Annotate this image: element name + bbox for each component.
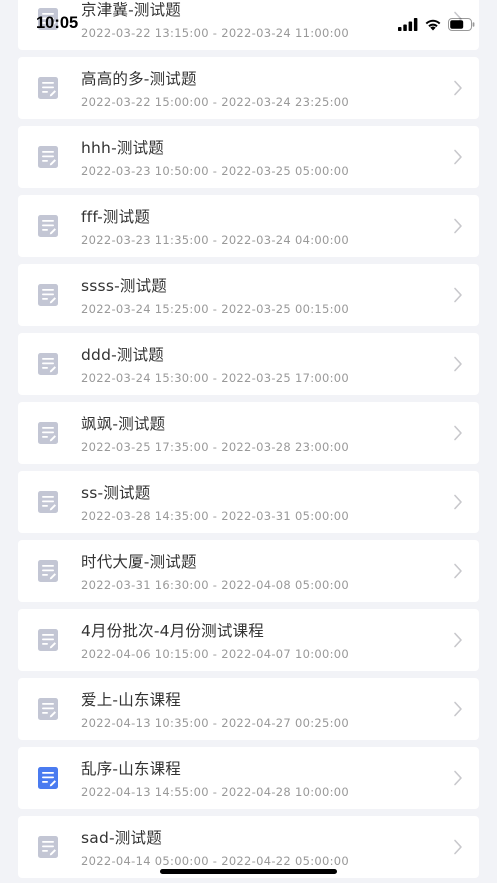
course-title: 高高的多-测试题 [81,70,197,88]
course-item[interactable]: ddd-测试题 2022-03-24 15:30:00 - 2022-03-25 … [18,333,479,395]
course-title: 时代大厦-测试题 [81,553,197,571]
home-indicator [160,869,337,874]
course-title: 爱上-山东课程 [81,691,181,709]
status-bar: 10:05 [0,0,497,46]
course-time-range: 2022-03-31 16:30:00 - 2022-04-08 05:00:0… [81,578,350,592]
course-time-range: 2022-03-24 15:30:00 - 2022-03-25 17:00:0… [81,371,350,385]
chevron-right-icon [454,563,462,579]
chevron-right-icon [454,701,462,717]
document-icon [38,77,58,99]
status-time: 10:05 [36,14,79,32]
screen: 京津冀-测试题 2022-03-22 13:15:00 - 2022-03-24 … [0,0,497,883]
course-title: 飒飒-测试题 [81,415,166,433]
status-icons [398,15,475,33]
course-item[interactable]: 高高的多-测试题 2022-03-22 15:00:00 - 2022-03-24… [18,57,479,119]
course-time-range: 2022-03-23 11:35:00 - 2022-03-24 04:00:0… [81,233,350,247]
document-icon [38,629,58,651]
course-item[interactable]: ssss-测试题 2022-03-24 15:25:00 - 2022-03-25… [18,264,479,326]
course-time-range: 2022-04-13 10:35:00 - 2022-04-27 00:25:0… [81,716,350,730]
course-time-range: 2022-03-28 14:35:00 - 2022-03-31 05:00:0… [81,509,350,523]
course-title: ddd-测试题 [81,346,165,364]
chevron-right-icon [454,356,462,372]
course-time-range: 2022-03-24 15:25:00 - 2022-03-25 00:15:0… [81,302,350,316]
course-time-range: 2022-03-22 15:00:00 - 2022-03-24 23:25:0… [81,95,350,109]
course-time-range: 2022-04-13 14:55:00 - 2022-04-28 10:00:0… [81,785,350,799]
course-item[interactable]: 4月份批次-4月份测试课程 2022-04-06 10:15:00 - 2022-… [18,609,479,671]
document-icon [38,491,58,513]
document-icon [38,560,58,582]
chevron-right-icon [454,494,462,510]
chevron-right-icon [454,770,462,786]
course-time-range: 2022-04-06 10:15:00 - 2022-04-07 10:00:0… [81,647,350,661]
document-icon [38,353,58,375]
document-icon [38,767,58,789]
course-title: hhh-测试题 [81,139,164,157]
document-icon [38,422,58,444]
course-time-range: 2022-03-23 10:50:00 - 2022-03-25 05:00:0… [81,164,350,178]
course-item[interactable]: ss-测试题 2022-03-28 14:35:00 - 2022-03-31 0… [18,471,479,533]
course-item[interactable]: 时代大厦-测试题 2022-03-31 16:30:00 - 2022-04-08… [18,540,479,602]
document-icon [38,836,58,858]
wifi-icon [425,19,441,30]
signal-icon [398,17,418,31]
course-item[interactable]: 飒飒-测试题 2022-03-25 17:35:00 - 2022-03-28 2… [18,402,479,464]
chevron-right-icon [454,218,462,234]
course-item[interactable]: hhh-测试题 2022-03-23 10:50:00 - 2022-03-25 … [18,126,479,188]
chevron-right-icon [454,80,462,96]
course-title: 乱序-山东课程 [81,760,181,778]
course-list: 京津冀-测试题 2022-03-22 13:15:00 - 2022-03-24 … [0,0,497,883]
course-time-range: 2022-03-25 17:35:00 - 2022-03-28 23:00:0… [81,440,350,454]
course-title: 4月份批次-4月份测试课程 [81,622,264,640]
chevron-right-icon [454,287,462,303]
chevron-right-icon [454,149,462,165]
course-title: sad-测试题 [81,829,162,847]
document-icon [38,284,58,306]
document-icon [38,698,58,720]
battery-icon [448,17,475,31]
document-icon [38,146,58,168]
course-item[interactable]: 乱序-山东课程 2022-04-13 14:55:00 - 2022-04-28 … [18,747,479,809]
course-title: fff-测试题 [81,208,151,226]
chevron-right-icon [454,839,462,855]
course-item[interactable]: fff-测试题 2022-03-23 11:35:00 - 2022-03-24 … [18,195,479,257]
chevron-right-icon [454,632,462,648]
course-title: ss-测试题 [81,484,151,502]
course-title: ssss-测试题 [81,277,167,295]
document-icon [38,215,58,237]
course-item[interactable]: 爱上-山东课程 2022-04-13 10:35:00 - 2022-04-27 … [18,678,479,740]
course-time-range: 2022-04-14 05:00:00 - 2022-04-22 05:00:0… [81,854,350,868]
chevron-right-icon [454,425,462,441]
